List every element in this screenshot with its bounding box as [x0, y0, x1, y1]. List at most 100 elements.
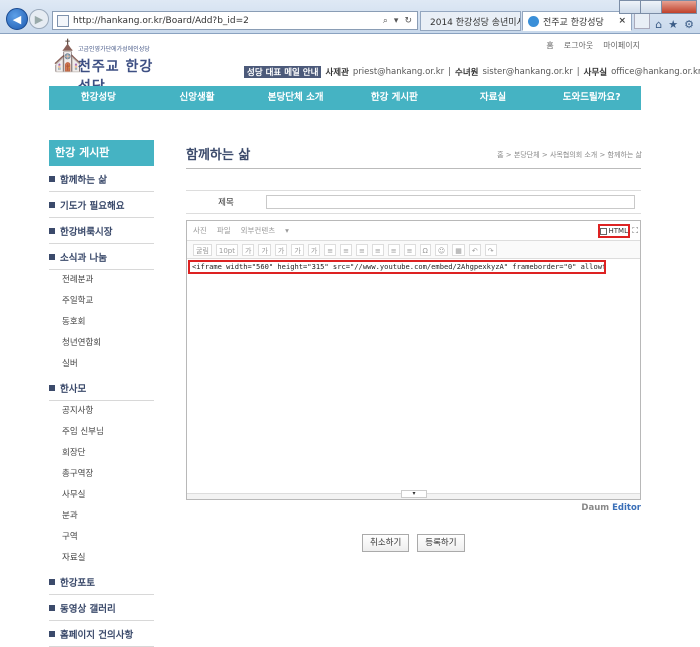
sidebar-subitem[interactable]: 공지사항 — [49, 401, 154, 422]
sidebar-subitem[interactable]: 사무실 — [49, 485, 154, 506]
nav-item[interactable]: 한강 게시판 — [345, 86, 444, 110]
cancel-button[interactable]: 취소하기 — [362, 534, 410, 552]
sidebar-subitem[interactable]: 구역 — [49, 527, 154, 548]
powered-product: Editor — [612, 503, 641, 513]
sidebar-item[interactable]: 함께하는 삶 — [49, 166, 154, 192]
tab-hankang[interactable]: 전주교 한강성당 × — [522, 11, 632, 31]
submit-button[interactable]: 등록하기 — [417, 534, 465, 552]
align-center-button[interactable]: ≡ — [340, 243, 353, 256]
font-family-select[interactable]: 굴림 — [193, 243, 212, 256]
html-source-text[interactable]: <iframe width="560" height="315" src="//… — [188, 260, 606, 274]
nav-item[interactable]: 도와드릴까요? — [542, 86, 641, 110]
star-icon[interactable]: ★ — [668, 18, 678, 31]
justify-button[interactable]: ≡ — [371, 243, 384, 256]
sidebar-subitem[interactable]: 청년연합회 — [49, 333, 154, 354]
table-button[interactable]: ▦ — [452, 243, 465, 256]
external-content-button[interactable]: 외부컨텐츠 — [241, 225, 276, 236]
sidebar-item[interactable]: 한강포토 — [49, 569, 154, 595]
sidebar-subitem[interactable]: 전례분과 — [49, 270, 154, 291]
home-icon[interactable]: ⌂ — [655, 18, 662, 31]
search-icon[interactable]: ⌕ — [383, 16, 388, 26]
close-window-button[interactable] — [661, 0, 697, 14]
square-bullet-icon — [49, 227, 55, 234]
square-bullet-icon — [49, 630, 55, 637]
file-attach-button[interactable]: 파일 — [217, 225, 231, 236]
nav-item[interactable]: 자료실 — [444, 86, 543, 110]
sidebar-item[interactable]: 소식과 나눔 — [49, 244, 154, 270]
contact-email[interactable]: priest@hankang.or.kr — [353, 67, 444, 77]
contact-info: 성당 대표 메일 안내 사제관 priest@hankang.or.kr | 수… — [244, 66, 700, 78]
square-bullet-icon — [49, 604, 55, 611]
sidebar-subitem[interactable]: 분과 — [49, 506, 154, 527]
align-right-button[interactable]: ≡ — [356, 243, 368, 256]
ie-icon — [528, 15, 539, 27]
strike-button[interactable]: 가 — [291, 243, 304, 256]
browser-chrome: ◀ ▶ http://hankang.or.kr/Board/Add?b_id=… — [0, 0, 700, 34]
sidebar-item[interactable]: 한강벼룩시장 — [49, 218, 154, 244]
powered-brand: Daum — [581, 503, 610, 513]
bold-button[interactable]: 가 — [242, 243, 255, 256]
site-logo[interactable]: ⛪ 고금인영가단에가성에인성당 천주교 한강성당 — [49, 42, 154, 96]
square-bullet-icon — [49, 175, 55, 182]
nav-item[interactable]: 본당단체 소개 — [246, 86, 345, 110]
page-icon — [57, 14, 69, 27]
expand-icon[interactable]: ⛶ — [632, 226, 638, 236]
chevron-down-icon[interactable]: ▾ — [285, 226, 289, 235]
align-left-button[interactable]: ≡ — [324, 243, 337, 256]
close-tab-icon[interactable]: × — [618, 16, 626, 26]
sidebar-subitem[interactable]: 실버 — [49, 354, 154, 375]
breadcrumb: 홈 > 본당단체 > 사목협의회 소개 > 함께하는 삶 — [497, 151, 642, 159]
sidebar-item[interactable]: 동영상 갤러리 — [49, 595, 154, 621]
sidebar: 한강 게시판 함께하는 삶 기도가 필요해요 한강벼룩시장 소식과 나눔 전례분… — [49, 140, 154, 647]
sidebar-subitem[interactable]: 주임 신부님 — [49, 422, 154, 443]
nav-item[interactable]: 한강성당 — [49, 86, 148, 110]
sidebar-subitem[interactable]: 동호회 — [49, 312, 154, 333]
address-bar[interactable]: http://hankang.or.kr/Board/Add?b_id=2 ⌕ … — [52, 11, 418, 30]
forward-button[interactable]: ▶ — [29, 9, 49, 29]
sidebar-item[interactable]: 홈페이지 건의사항 — [49, 621, 154, 647]
sidebar-item[interactable]: 한사모 — [49, 375, 154, 401]
maximize-button[interactable] — [640, 0, 662, 14]
photo-attach-button[interactable]: 사진 — [193, 225, 207, 236]
nav-item[interactable]: 신앙생활 — [148, 86, 247, 110]
redo-button[interactable]: ↷ — [484, 243, 497, 256]
square-bullet-icon — [49, 201, 55, 208]
font-size-select[interactable]: 10pt — [215, 243, 238, 256]
undo-button[interactable]: ↶ — [468, 243, 481, 256]
contact-email[interactable]: sister@hankang.or.kr — [483, 67, 573, 77]
sidebar-title: 한강 게시판 — [49, 140, 154, 166]
editor-resize-bar[interactable]: ▾ — [187, 490, 640, 499]
contact-email[interactable]: office@hankang.or.kr — [611, 67, 700, 77]
refresh-icon[interactable]: ↻ — [404, 16, 412, 26]
underline-button[interactable]: 가 — [258, 243, 271, 256]
subject-label: 제목 — [218, 198, 234, 208]
link-home[interactable]: 홈 — [546, 40, 553, 51]
new-tab-button[interactable] — [634, 13, 650, 29]
form-buttons: 취소하기 등록하기 — [362, 534, 465, 552]
sidebar-item[interactable]: 기도가 필요해요 — [49, 192, 154, 218]
sidebar-subitem[interactable]: 주일학교 — [49, 291, 154, 312]
html-mode-toggle[interactable]: HTML — [598, 224, 630, 238]
italic-button[interactable]: 가 — [274, 243, 288, 256]
link-mypage[interactable]: 마이페이지 — [603, 40, 640, 51]
dropdown-icon[interactable]: ▾ — [394, 16, 399, 26]
sidebar-subitem[interactable]: 총구역장 — [49, 464, 154, 485]
indent-button[interactable]: ≡ — [403, 243, 416, 256]
back-button[interactable]: ◀ — [6, 8, 28, 30]
font-color-button[interactable]: 가 — [307, 243, 321, 256]
link-logout[interactable]: 로그아웃 — [564, 40, 593, 51]
contact-name: 사제관 — [325, 68, 349, 78]
sidebar-subitem[interactable]: 자료실 — [49, 548, 154, 569]
sidebar-subitem[interactable]: 회장단 — [49, 443, 154, 464]
tab-youtube[interactable]: 2014 한강성당 송년미사 ... — [420, 11, 521, 31]
resize-handle-icon[interactable]: ▾ — [401, 490, 427, 498]
gear-icon[interactable]: ⚙ — [684, 18, 694, 31]
special-char-button[interactable]: Ω — [419, 243, 431, 256]
arrow-right-icon: ▶ — [34, 12, 44, 26]
subject-input[interactable] — [266, 195, 635, 209]
url-text: http://hankang.or.kr/Board/Add?b_id=2 — [73, 15, 249, 26]
checkbox-icon — [600, 227, 607, 235]
list-button[interactable]: ≡ — [387, 243, 400, 256]
emoticon-button[interactable]: ☺ — [434, 243, 449, 256]
minimize-button[interactable] — [619, 0, 641, 14]
